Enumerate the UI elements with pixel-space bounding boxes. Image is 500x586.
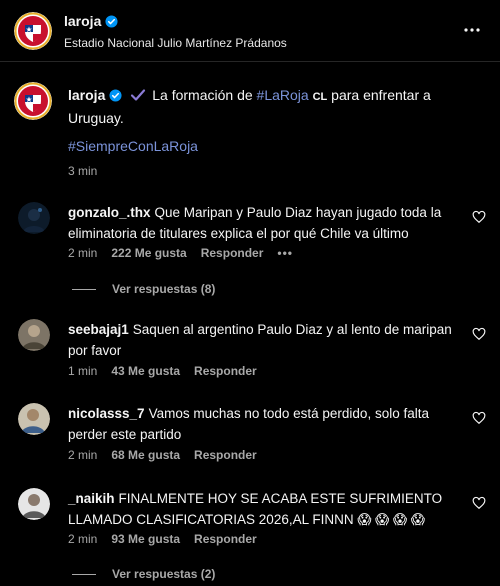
- more-horizontal-icon: [464, 28, 480, 32]
- caption-timestamp: 3 min: [68, 164, 98, 178]
- likes-count-button[interactable]: 43 Me gusta: [111, 364, 180, 378]
- likes-count-button[interactable]: 222 Me gusta: [111, 246, 186, 260]
- comment-time: 2 min: [68, 532, 98, 546]
- hashtag-laroja-link[interactable]: #LaRoja: [257, 87, 309, 103]
- comment-avatar[interactable]: [18, 202, 50, 234]
- comment-text: _naikih FINALMENTE HOY SE ACABA ESTE SUFR…: [68, 488, 460, 530]
- caption-avatar[interactable]: [14, 82, 52, 120]
- comment-body: FINALMENTE HOY SE ACABA ESTE SUFRIMIENTO…: [68, 491, 443, 527]
- header-username-row[interactable]: laroja: [64, 13, 118, 29]
- reply-button[interactable]: Responder: [194, 448, 257, 462]
- chile-flag-label: CL: [312, 91, 328, 103]
- comment-username[interactable]: gonzalo_.thx: [68, 205, 151, 220]
- reply-button[interactable]: Responder: [194, 364, 257, 378]
- comment-username[interactable]: seebajaj1: [68, 322, 129, 337]
- comment-meta: 2 min 222 Me gusta Responder •••: [68, 246, 293, 260]
- replies-divider: [72, 288, 96, 290]
- comment-avatar[interactable]: [18, 403, 50, 435]
- profile-photo-icon: [18, 202, 50, 234]
- profile-photo-icon: [18, 403, 50, 435]
- hashtag-siempreconlaroja-link[interactable]: #SiempreConLaRoja: [68, 138, 198, 154]
- comment-text: gonzalo_.thx Que Maripan y Paulo Diaz hay…: [68, 202, 460, 244]
- comment-avatar[interactable]: [18, 488, 50, 520]
- comment-meta: 1 min 43 Me gusta Responder: [68, 364, 257, 378]
- like-heart-icon[interactable]: [472, 411, 486, 425]
- more-options-button[interactable]: [462, 20, 482, 40]
- reply-button[interactable]: Responder: [194, 532, 257, 546]
- chile-federation-crest-icon: [14, 12, 52, 50]
- comment-avatar[interactable]: [18, 319, 50, 351]
- check-mark-icon: [131, 89, 146, 101]
- like-heart-icon[interactable]: [472, 496, 486, 510]
- comment-meta: 2 min 68 Me gusta Responder: [68, 448, 257, 462]
- view-replies-button[interactable]: Ver respuestas (2): [72, 567, 215, 581]
- header-username[interactable]: laroja: [64, 13, 101, 29]
- post-header: laroja Estadio Nacional Julio Martínez P…: [0, 0, 500, 62]
- comment-time: 2 min: [68, 448, 98, 462]
- likes-count-button[interactable]: 68 Me gusta: [111, 448, 180, 462]
- comment-username[interactable]: _naikih: [68, 491, 115, 506]
- caption-text: laroja La formación de #LaRoja CL para e…: [68, 85, 478, 129]
- replies-divider: [72, 573, 96, 575]
- laroja-avatar[interactable]: [14, 12, 52, 50]
- comment-text: seebajaj1 Saquen al argentino Paulo Diaz …: [68, 319, 460, 361]
- verified-badge-icon: [109, 89, 122, 102]
- comment-time: 1 min: [68, 364, 98, 378]
- reply-button[interactable]: Responder: [201, 246, 264, 260]
- comment-username[interactable]: nicolasss_7: [68, 406, 145, 421]
- view-replies-label[interactable]: Ver respuestas (2): [112, 567, 215, 581]
- comment-text: nicolasss_7 Vamos muchas no todo está per…: [68, 403, 460, 445]
- profile-photo-icon: [18, 319, 50, 351]
- caption-username[interactable]: laroja: [68, 87, 105, 103]
- like-heart-icon[interactable]: [472, 210, 486, 224]
- like-heart-icon[interactable]: [472, 327, 486, 341]
- likes-count-button[interactable]: 93 Me gusta: [111, 532, 180, 546]
- comment-meta: 2 min 93 Me gusta Responder: [68, 532, 257, 546]
- location-link[interactable]: Estadio Nacional Julio Martínez Prádanos: [64, 36, 287, 50]
- comment-more-button[interactable]: •••: [277, 246, 293, 260]
- caption-text-part: La formación de: [152, 87, 257, 103]
- view-replies-label[interactable]: Ver respuestas (8): [112, 282, 215, 296]
- comment-time: 2 min: [68, 246, 98, 260]
- chile-federation-crest-icon: [14, 82, 52, 120]
- view-replies-button[interactable]: Ver respuestas (8): [72, 282, 215, 296]
- profile-photo-icon: [18, 488, 50, 520]
- verified-badge-icon: [105, 15, 118, 28]
